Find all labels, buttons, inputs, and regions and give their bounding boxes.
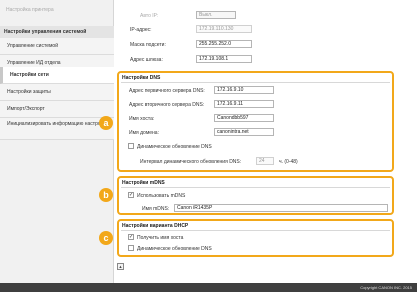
dhcp-dynamic-dns-checkbox[interactable] — [128, 245, 134, 251]
acquire-host-name-label: Получить имя хоста — [137, 235, 184, 241]
dynamic-dns-label: Динамическое обновление DNS — [137, 144, 212, 150]
subnet-mask-label: Маска подсети: — [130, 42, 166, 48]
dns-interval-unit: ч. (0-48) — [279, 159, 298, 165]
subnet-mask-field[interactable]: 255.255.252.0 — [196, 40, 252, 48]
primary-dns-field[interactable]: 172.16.9.10 — [214, 86, 274, 94]
acquire-host-name-checkbox[interactable]: ✓ — [128, 234, 134, 240]
use-mdns-label: Использовать mDNS — [137, 193, 186, 199]
domain-name-label: Имя домена: — [129, 130, 159, 136]
mdns-settings-section: Настройки mDNS ✓ Использовать mDNS Имя m… — [117, 176, 394, 215]
domain-name-field[interactable]: canonintra.net — [214, 128, 274, 136]
dhcp-section-divider — [121, 230, 390, 231]
sidebar-item-network-settings[interactable]: Настройки сети — [0, 67, 114, 84]
ip-address-label: IP-адрес: — [130, 27, 152, 33]
callout-a-marker: a — [99, 116, 113, 130]
gateway-label: Адрес шлюза: — [130, 57, 163, 63]
dhcp-option-settings-section: Настройки варианта DHCP ✓ Получить имя х… — [117, 219, 394, 257]
primary-dns-label: Адрес первичного сервера DNS: — [129, 88, 205, 94]
sidebar-item-security-settings[interactable]: Настройки защиты — [0, 84, 114, 101]
callout-b-marker: b — [99, 188, 113, 202]
dhcp-dynamic-dns-label: Динамическое обновление DNS — [137, 246, 212, 252]
sidebar-item-system-management[interactable]: Управление системой — [0, 38, 114, 55]
secondary-dns-field[interactable]: 172.16.9.11 — [214, 100, 274, 108]
dns-settings-section: Настройки DNS Адрес первичного сервера D… — [117, 71, 394, 172]
dynamic-dns-checkbox[interactable] — [128, 143, 134, 149]
dns-section-title: Настройки DNS — [122, 75, 161, 81]
ip-address-field[interactable]: 172.19.110.130 — [196, 25, 252, 33]
dns-section-divider — [121, 82, 390, 83]
host-name-field[interactable]: Canondbb597 — [214, 114, 274, 122]
sidebar: Настройка принтера Настройки управления … — [0, 0, 114, 283]
gateway-field[interactable]: 172.19.108.1 — [196, 55, 252, 63]
dns-interval-label: Интервал динамического обновления DNS: — [140, 159, 242, 165]
sidebar-top-link[interactable]: Настройка принтера — [6, 7, 54, 13]
scroll-to-top-button[interactable]: ▲ — [117, 263, 124, 270]
sidebar-item-import-export[interactable]: Импорт/Экспорт — [0, 101, 114, 118]
secondary-dns-label: Адрес вторичного сервера DNS: — [129, 102, 205, 108]
use-mdns-checkbox[interactable]: ✓ — [128, 192, 134, 198]
sidebar-item-initialize-settings[interactable]: Инициализировать информацию настроек — [0, 118, 114, 140]
dhcp-section-title: Настройки варианта DHCP — [122, 223, 189, 229]
dns-interval-field[interactable]: 24 — [256, 157, 274, 165]
mdns-section-title: Настройки mDNS — [122, 180, 165, 186]
footer-copyright: Copyright CANON INC. 2015 — [0, 283, 417, 292]
auto-ip-label: Авто IP: — [140, 13, 159, 19]
mdns-name-label: Имя mDNS: — [142, 206, 170, 212]
mdns-section-divider — [121, 187, 390, 188]
sidebar-section-header: Настройки управления системой — [0, 26, 114, 38]
callout-c-marker: c — [99, 231, 113, 245]
host-name-label: Имя хоста: — [129, 116, 155, 122]
mdns-name-field[interactable]: Canon iR1435P — [174, 204, 388, 212]
auto-ip-select[interactable]: Выкл. — [196, 11, 236, 19]
